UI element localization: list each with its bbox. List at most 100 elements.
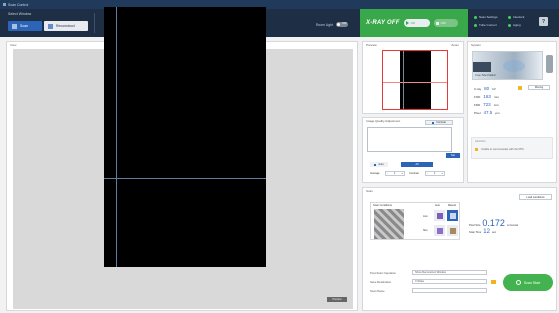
histogram-area[interactable]	[367, 127, 452, 152]
xray-off-label: OFF	[440, 21, 447, 25]
iq-auto-label: Auto	[378, 163, 384, 166]
view-label: View	[10, 43, 17, 47]
xray-status-label: X-RAY OFF	[366, 20, 400, 26]
scan-conditions-box: Scan Conditions Auto Manual Axis Size	[370, 202, 460, 240]
contrast-value: 1	[433, 172, 436, 175]
iq-all-button[interactable]: All	[401, 162, 433, 167]
scan-start-icon	[515, 280, 521, 285]
contrast-stepper[interactable]: - 1 +	[425, 171, 445, 176]
system-row-pixel: Pixel 47.5 µm	[474, 110, 500, 115]
stepper-minus-icon: -	[387, 172, 388, 175]
preview-image[interactable]	[382, 50, 448, 110]
select-window-label: Select Window	[8, 12, 32, 16]
save-destination-row: Save Destination C:\Data	[370, 279, 496, 284]
iq-set-button[interactable]: Set	[446, 153, 460, 158]
moving-button[interactable]: Moving	[528, 85, 550, 90]
stepper-minus-icon: -	[427, 172, 428, 175]
row-value: 80	[484, 86, 490, 91]
size-row-label: Size	[423, 229, 428, 232]
wand-icon	[374, 163, 377, 166]
save-dest-value: C:\Data	[415, 280, 424, 283]
system-row-fod: FOD 163 mm	[474, 94, 499, 99]
crosshair-horizontal[interactable]	[104, 178, 266, 179]
save-dest-field[interactable]: C:\Data	[412, 279, 487, 284]
scan-name-field[interactable]	[412, 288, 487, 293]
status-dot-icon	[474, 23, 477, 27]
row-value: 47.5	[483, 110, 493, 115]
projection-image[interactable]	[104, 7, 266, 267]
scan-conditions-label: Scan Conditions	[373, 204, 392, 207]
contrast-label: Contrast	[436, 121, 446, 124]
crosshair-vertical[interactable]	[116, 7, 117, 267]
axis-row-label: Axis	[423, 215, 428, 218]
xray-on-button[interactable]: ON	[403, 19, 430, 27]
room-light-label: Room Light	[316, 22, 333, 27]
post-scan-operation-row: Post-Scan Operation Show Reconstruct Win…	[370, 270, 487, 275]
system-row-fdd: FDD 723 mm	[474, 102, 499, 107]
post-op-label: Post-Scan Operation	[370, 270, 396, 275]
status-tube-current: Tube Current	[474, 23, 497, 27]
scan-card: Scan Load conditions Scan Conditions Aut…	[362, 187, 557, 311]
reconstruct-mode-label: Reconstruct	[56, 24, 75, 28]
help-button[interactable]: ?	[539, 17, 548, 26]
app-icon	[3, 3, 6, 6]
detector-slider[interactable]	[546, 55, 553, 73]
stepper-plus-icon: +	[401, 172, 403, 175]
scan-time-readout: Scan Time 12 sec	[469, 229, 496, 235]
row-unit: mm	[493, 95, 499, 99]
lock-icon	[518, 86, 522, 90]
scan-time-value: 12	[483, 229, 490, 235]
preview-zoom-label: Zoom	[451, 43, 459, 47]
room-light-state: OFF	[342, 22, 347, 25]
warning-icon	[475, 148, 478, 151]
row-unit: mm	[493, 103, 499, 107]
scan-mode-button[interactable]: Scan	[8, 21, 42, 31]
average-value: 1	[393, 172, 396, 175]
status-interlock: Interlock	[508, 15, 524, 19]
row-label: Pixel	[474, 111, 481, 115]
stepper-plus-icon: +	[441, 172, 443, 175]
preview-card: Preview Zoom	[362, 41, 464, 114]
system-row-kv: X-ray 80 kV	[474, 86, 496, 91]
reconstruct-mode-icon	[48, 23, 53, 29]
contrast-step-label: Contrast	[409, 172, 419, 175]
scan-name-row: Scan Name	[370, 288, 487, 293]
system-card: System X-ray Tube Position X-ray 80 kV M…	[467, 41, 557, 183]
contrast-button[interactable]: Contrast	[425, 120, 453, 125]
scan-mode-label: Scan	[20, 24, 28, 28]
scan-start-button[interactable]: Scan Start	[503, 274, 553, 291]
average-stepper[interactable]: - 1 +	[385, 171, 405, 176]
reconstruct-mode-button[interactable]: Reconstruct	[44, 21, 88, 31]
folder-icon[interactable]	[491, 279, 496, 284]
size-large-tile[interactable]	[447, 225, 458, 236]
preview-object	[400, 51, 431, 109]
pixel-size-unit: mm/voxel	[506, 224, 519, 227]
row-value: 723	[483, 102, 491, 107]
load-conditions-button[interactable]: Load conditions	[519, 194, 552, 200]
iq-auto-button[interactable]: Auto	[370, 162, 388, 167]
row-unit: µm	[495, 111, 500, 115]
scan-start-label: Scan Start	[523, 280, 541, 285]
contrast-icon	[432, 121, 435, 124]
post-op-value: Show Reconstruct Window	[415, 271, 446, 274]
xray-off-button[interactable]: OFF	[433, 19, 458, 27]
system-diagram[interactable]: X-ray Tube Position	[472, 51, 543, 80]
size-small-tile[interactable]	[434, 225, 445, 236]
iq-title: Image Quality Adjustment	[366, 119, 401, 123]
row-label: FOD	[474, 95, 481, 99]
sample-thumbnail[interactable]	[374, 209, 404, 239]
post-op-select[interactable]: Show Reconstruct Window	[412, 270, 487, 275]
system-title: System	[471, 43, 482, 47]
title-bar: Scan Control	[0, 0, 559, 9]
axis-manual-tile[interactable]	[447, 210, 458, 221]
scan-title: Scan	[366, 189, 373, 193]
tile-header-manual: Manual	[448, 204, 456, 207]
view-preview-badge[interactable]: Preview	[327, 297, 347, 302]
room-light-toggle[interactable]: OFF	[335, 22, 348, 27]
preview-title: Preview	[366, 43, 377, 47]
toolbar-divider	[94, 13, 95, 33]
alert-title: Alert/Info	[475, 140, 486, 143]
scan-time-unit: sec	[491, 231, 496, 234]
axis-auto-tile[interactable]	[434, 210, 445, 221]
pixel-size-readout: Pixel Size 0.172 mm/voxel	[469, 218, 518, 228]
